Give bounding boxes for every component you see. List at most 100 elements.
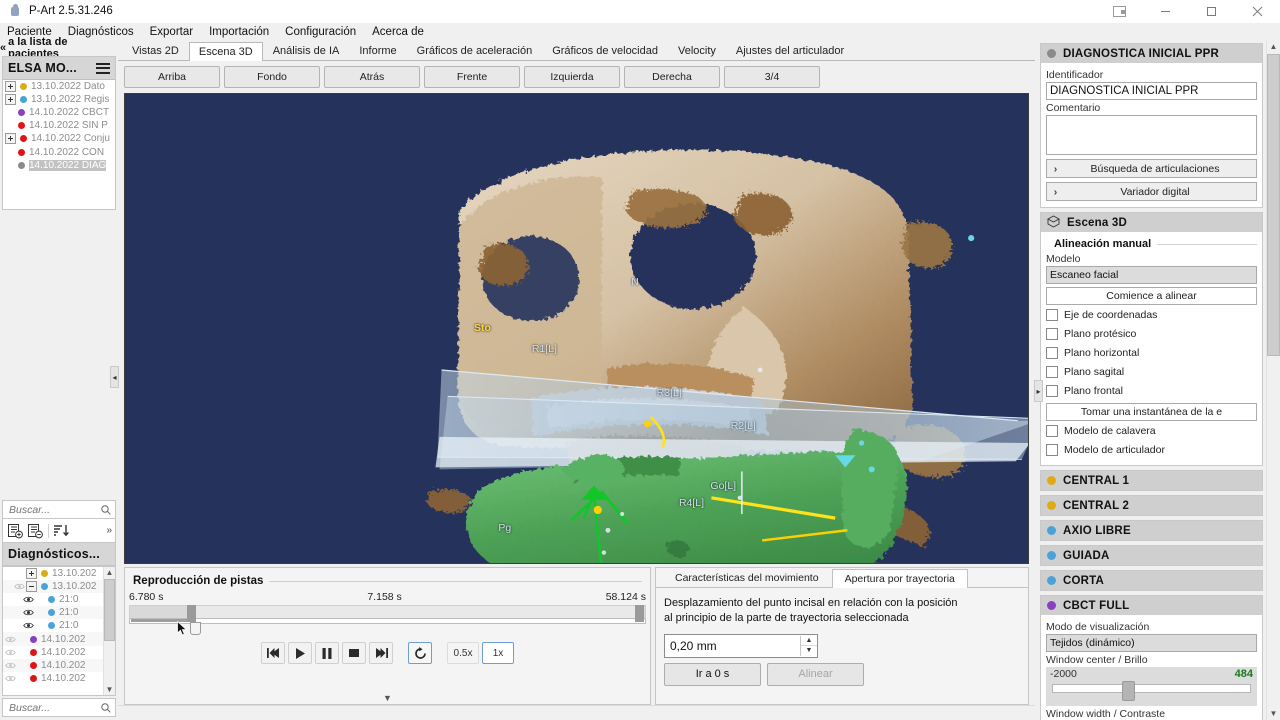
patient-tree-row[interactable]: 14.10.2022 SIN P <box>3 119 115 132</box>
search-bottom[interactable] <box>2 698 116 717</box>
view-button-frente[interactable]: Frente <box>424 66 520 88</box>
diagnostics-tree-row[interactable]: 13.10.202 <box>3 580 103 594</box>
stepper-down-icon[interactable]: ▼ <box>801 646 817 656</box>
tree-expander[interactable] <box>5 94 16 106</box>
checkbox-plano-sagital[interactable] <box>1046 365 1058 378</box>
take-snapshot-button[interactable]: Tomar una instantánea de la e <box>1046 403 1257 421</box>
patient-tree-row[interactable]: 13.10.2022 Dato <box>3 80 115 93</box>
menu-item-configuracion[interactable]: Configuración <box>285 26 365 38</box>
pause-button[interactable] <box>315 642 339 664</box>
scroll-up-icon[interactable]: ▲ <box>106 567 114 578</box>
timeline-track[interactable] <box>129 605 646 636</box>
displacement-stepper[interactable]: 0,20 mm ▲ ▼ <box>664 633 818 658</box>
diagnostics-tree-row[interactable]: 21:0 <box>3 606 103 620</box>
scroll-down-icon[interactable]: ▼ <box>106 684 114 695</box>
stepper-arrows[interactable]: ▲ ▼ <box>800 635 817 656</box>
menu-item-exportar[interactable]: Exportar <box>150 26 202 38</box>
visibility-icon[interactable] <box>14 582 25 591</box>
search-top[interactable] <box>2 500 116 519</box>
maximize-window-button[interactable] <box>1188 0 1234 22</box>
skip-to-end-button[interactable] <box>369 642 393 664</box>
patient-tree-row[interactable]: 14.10.2022 CON <box>3 145 115 158</box>
identifier-field[interactable]: DIAGNOSTICA INICIAL PPR <box>1046 82 1257 100</box>
toolbar-overflow-button[interactable]: » <box>106 525 111 536</box>
playhead-handle[interactable] <box>190 622 201 635</box>
speed-button-0-5x[interactable]: 0.5x <box>447 642 479 664</box>
aperture-tab-caracter-sticas-del-movimiento[interactable]: Características del movimiento <box>662 568 832 587</box>
visibility-icon[interactable] <box>23 595 34 604</box>
search-bottom-input[interactable] <box>7 700 101 715</box>
menu-item-importacion[interactable]: Importación <box>209 26 278 38</box>
go-to-zero-button[interactable]: Ir a 0 s <box>664 662 761 686</box>
patient-tree-row[interactable]: 14.10.2022 DIAG <box>3 159 115 172</box>
model-select[interactable]: Escaneo facial <box>1046 266 1257 284</box>
tab-gr-ficos-de-aceleraci-n[interactable]: Gráficos de aceleración <box>406 41 543 60</box>
diagnostics-scrollbar[interactable]: ▲ ▼ <box>103 567 115 695</box>
view-button-atr-s[interactable]: Atrás <box>324 66 420 88</box>
patient-tree-row[interactable]: 14.10.2022 CBCT <box>3 106 115 119</box>
play-button[interactable] <box>288 642 312 664</box>
tab-gr-ficos-de-velocidad[interactable]: Gráficos de velocidad <box>542 41 668 60</box>
range-start-handle[interactable] <box>187 605 196 622</box>
accordion-header[interactable]: CENTRAL 2 <box>1041 496 1262 515</box>
diagnostics-tree-row[interactable]: 14.10.202 <box>3 658 103 672</box>
displacement-value[interactable]: 0,20 mm <box>665 639 800 653</box>
stepper-up-icon[interactable]: ▲ <box>801 636 817 647</box>
tree-expander[interactable] <box>26 581 37 593</box>
back-to-patient-list-link[interactable]: « a la lista de pacientes <box>0 36 118 60</box>
checkbox-row[interactable]: Plano horizontal <box>1046 343 1257 362</box>
tree-expander[interactable] <box>5 81 16 93</box>
accordion-cbct-full-header[interactable]: CBCT FULL <box>1041 596 1262 615</box>
checkbox-row[interactable]: Modelo de calavera <box>1046 421 1257 440</box>
scrollbar-thumb[interactable] <box>1267 54 1280 356</box>
patient-tree-row[interactable]: 13.10.2022 Regis <box>3 93 115 106</box>
collapse-bottom-icon[interactable]: ▼ <box>383 693 392 703</box>
tree-expander[interactable] <box>5 133 16 145</box>
checkbox-row[interactable]: Plano frontal <box>1046 381 1257 400</box>
tab-an-lisis-de-ia[interactable]: Análisis de IA <box>262 41 350 60</box>
tab-vistas-2d[interactable]: Vistas 2D <box>122 41 189 60</box>
tab-ajustes-del-articulador[interactable]: Ajustes del articulador <box>725 41 855 60</box>
visibility-icon[interactable] <box>5 661 16 670</box>
tab-escena-3d[interactable]: Escena 3D <box>188 42 263 61</box>
close-window-button[interactable] <box>1234 0 1280 22</box>
right-vertical-scrollbar[interactable]: ▲ ▼ <box>1266 40 1280 720</box>
diagnostics-tree[interactable]: 13.10.202 13.10.202 21:0 21:0 21:0 14.10.202 1… <box>3 567 103 695</box>
checkbox-modelo-de-articulador[interactable] <box>1046 443 1058 456</box>
skip-to-start-button[interactable] <box>261 642 285 664</box>
add-list-item-icon[interactable] <box>7 523 24 539</box>
comment-field[interactable] <box>1046 115 1257 155</box>
hamburger-icon[interactable] <box>96 62 110 74</box>
checkbox-row[interactable]: Modelo de articulador <box>1046 440 1257 459</box>
stop-button[interactable] <box>342 642 366 664</box>
tab-informe[interactable]: Informe <box>349 41 407 60</box>
remove-list-item-icon[interactable] <box>27 523 44 539</box>
loop-button[interactable] <box>408 642 432 664</box>
view-button-izquierda[interactable]: Izquierda <box>524 66 620 88</box>
left-panel-collapse-handle[interactable]: ◂ <box>110 366 119 389</box>
slider-thumb[interactable] <box>1122 681 1135 701</box>
diagnostics-tree-row[interactable]: 14.10.202 <box>3 646 103 659</box>
digital-variator-button[interactable]: › Variador digital <box>1046 182 1257 201</box>
diagnostics-tree-row[interactable]: 13.10.202 <box>3 567 103 580</box>
accordion-diagnostic-header[interactable]: DIAGNOSTICA INICIAL PPR <box>1041 44 1262 63</box>
accordion-header[interactable]: AXIO LIBRE <box>1041 521 1262 540</box>
speed-button-1x[interactable]: 1x <box>482 642 514 664</box>
accordion-header[interactable]: CORTA <box>1041 571 1262 590</box>
window-center-slider[interactable] <box>1046 681 1257 706</box>
diagnostics-tree-row[interactable]: 21:0 <box>3 619 103 632</box>
diagnostics-tree-row[interactable]: 14.10.202 <box>3 632 103 646</box>
accordion-header[interactable]: CENTRAL 1 <box>1041 471 1262 490</box>
aperture-tab-apertura-por-trayectoria[interactable]: Apertura por trayectoria <box>831 569 968 588</box>
restore-down-window-button[interactable] <box>1096 0 1142 22</box>
accordion-scene-3d-header[interactable]: Escena 3D <box>1041 213 1262 232</box>
right-panel-collapse-handle[interactable]: ▸ <box>1034 380 1043 402</box>
menu-item-acerca-de[interactable]: Acerca de <box>372 26 433 38</box>
visibility-icon[interactable] <box>23 621 34 630</box>
minimize-window-button[interactable] <box>1142 0 1188 22</box>
visibility-icon[interactable] <box>5 648 16 657</box>
checkbox-row[interactable]: Plano protésico <box>1046 324 1257 343</box>
start-align-button[interactable]: Comience a alinear <box>1046 287 1257 305</box>
view-button-derecha[interactable]: Derecha <box>624 66 720 88</box>
tree-expander[interactable] <box>26 568 37 580</box>
